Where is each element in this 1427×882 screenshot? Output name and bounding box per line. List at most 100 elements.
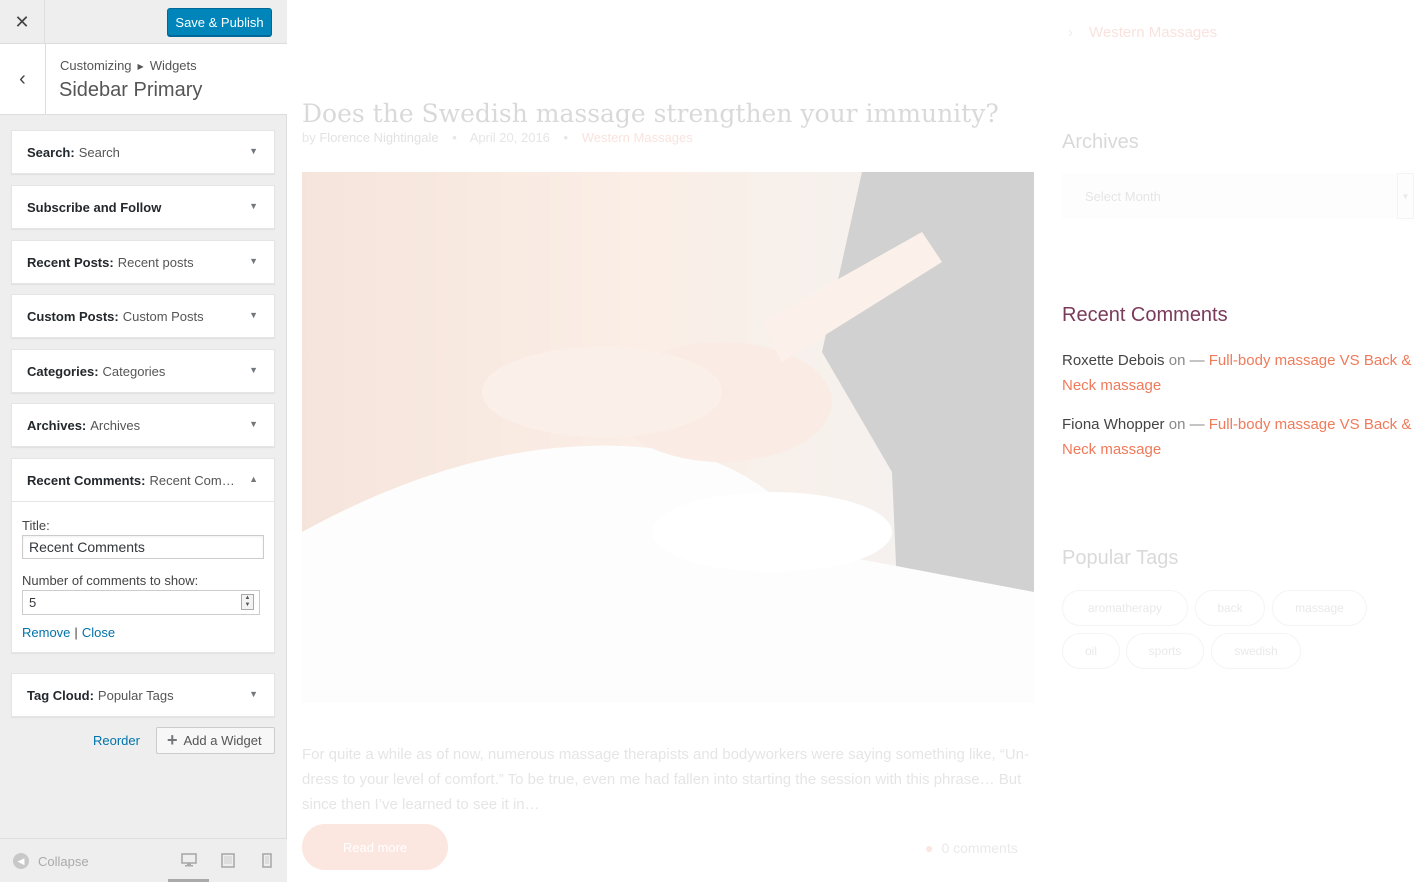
breadcrumb-section: Widgets bbox=[149, 58, 197, 73]
title-input[interactable] bbox=[22, 535, 264, 559]
comments-count[interactable]: ● 0 comments bbox=[925, 840, 1018, 856]
widget-header[interactable]: Archives: Archives ▼ bbox=[12, 404, 274, 446]
widget-header[interactable]: Custom Posts: Custom Posts ▼ bbox=[12, 295, 274, 337]
massage-photo-illustration bbox=[302, 172, 1034, 703]
breadcrumb-root: Customizing bbox=[60, 58, 132, 73]
caret-down-icon[interactable]: ▼ bbox=[249, 419, 258, 429]
recent-comment-item: Fiona Whopper on — Full-body massage VS … bbox=[1062, 412, 1422, 462]
tag-pill[interactable]: oil bbox=[1062, 633, 1120, 669]
widget-header[interactable]: Search: Search ▼ bbox=[12, 131, 274, 173]
widget-type: Recent Posts: bbox=[27, 254, 114, 270]
tag-pill[interactable]: sports bbox=[1126, 633, 1204, 669]
post-featured-image[interactable] bbox=[302, 172, 1034, 703]
back-button[interactable]: ‹ bbox=[0, 44, 46, 114]
collapse-label: Collapse bbox=[38, 853, 89, 869]
widget-title: Search bbox=[78, 144, 120, 160]
tag-pill[interactable]: aromatherapy bbox=[1062, 590, 1188, 626]
number-label: Number of comments to show: bbox=[22, 573, 199, 588]
add-widget-label: Add a Widget bbox=[183, 733, 262, 748]
collapse-button[interactable]: ◀ Collapse bbox=[13, 853, 89, 869]
chevron-left-icon: ‹ bbox=[19, 67, 26, 90]
read-more-button[interactable]: Read more bbox=[302, 824, 448, 870]
save-publish-button[interactable]: Save & Publish bbox=[167, 8, 272, 36]
archives-heading: Archives bbox=[1062, 131, 1139, 153]
breadcrumb-separator-icon: ▶ bbox=[137, 62, 144, 71]
chevron-down-icon: ▼ bbox=[1397, 173, 1414, 219]
post-category[interactable]: Western Massages bbox=[582, 130, 693, 145]
comment-bubble-icon: ● bbox=[925, 840, 934, 856]
archives-select-value: Select Month bbox=[1085, 189, 1161, 204]
widget-actions: Remove | Close bbox=[22, 625, 264, 640]
post-excerpt: For quite a while as of now, numerous ma… bbox=[302, 746, 1030, 813]
widget-type: Archives: bbox=[27, 417, 87, 433]
caret-up-icon[interactable]: ▲ bbox=[249, 474, 258, 484]
reorder-link[interactable]: Reorder bbox=[93, 733, 140, 748]
widget-type: Search: bbox=[27, 144, 75, 160]
widget-subscribe-follow[interactable]: Subscribe and Follow ▼ bbox=[11, 185, 275, 229]
plus-icon: + bbox=[167, 730, 178, 750]
number-of-comments-input[interactable] bbox=[22, 590, 260, 615]
post-meta: by Florence Nightingale • April 20, 2016… bbox=[302, 130, 693, 145]
section-title: Sidebar Primary bbox=[59, 79, 203, 101]
comment-author: Roxette Debois bbox=[1062, 352, 1165, 369]
caret-down-icon[interactable]: ▼ bbox=[249, 146, 258, 156]
caret-down-icon[interactable]: ▼ bbox=[249, 256, 258, 266]
comment-on: on — bbox=[1168, 352, 1205, 369]
close-customizer-button[interactable]: ✕ bbox=[0, 0, 45, 44]
desktop-icon[interactable] bbox=[181, 853, 197, 870]
widget-custom-posts[interactable]: Custom Posts: Custom Posts ▼ bbox=[11, 294, 275, 338]
tag-pill[interactable]: swedish bbox=[1211, 633, 1301, 669]
widget-header[interactable]: Categories: Categories ▼ bbox=[12, 350, 274, 392]
widget-recent-comments[interactable]: Recent Comments:Recent Com… ▲ Title: Num… bbox=[11, 458, 275, 653]
recent-comment-item: Roxette Debois on — Full-body massage VS… bbox=[1062, 348, 1422, 398]
widget-recent-posts[interactable]: Recent Posts: Recent posts ▼ bbox=[11, 240, 275, 284]
widget-title: Custom Posts bbox=[122, 308, 204, 324]
caret-down-icon[interactable]: ▼ bbox=[249, 365, 258, 375]
widget-archives[interactable]: Archives: Archives ▼ bbox=[11, 403, 275, 447]
tag-pill[interactable]: massage bbox=[1272, 590, 1367, 626]
tag-pill[interactable]: back bbox=[1195, 590, 1265, 626]
chevron-right-icon: › bbox=[1068, 24, 1073, 41]
comment-on: on — bbox=[1168, 416, 1205, 433]
close-link[interactable]: Close bbox=[82, 625, 115, 640]
post-date: April 20, 2016 bbox=[469, 130, 550, 145]
category-link-label: Western Massages bbox=[1089, 24, 1218, 41]
title-label: Title: bbox=[22, 518, 50, 533]
post-title[interactable]: Does the Swedish massage strengthen your… bbox=[302, 99, 999, 128]
customizer-footer: ◀ Collapse bbox=[0, 838, 287, 882]
category-link[interactable]: › Western Massages bbox=[1068, 24, 1217, 41]
meta-dot: • bbox=[452, 130, 457, 145]
number-stepper[interactable]: ▲ ▼ bbox=[241, 594, 254, 610]
widget-form: Title: Number of comments to show: ▲▼ Re… bbox=[12, 501, 274, 652]
post-by: by bbox=[302, 130, 316, 145]
widget-title: Archives bbox=[90, 417, 141, 433]
caret-down-icon[interactable]: ▼ bbox=[249, 201, 258, 211]
tablet-icon[interactable] bbox=[221, 853, 235, 871]
remove-link[interactable]: Remove bbox=[22, 625, 70, 640]
widget-type: Subscribe and Follow bbox=[27, 199, 162, 215]
mobile-icon[interactable] bbox=[262, 853, 272, 871]
breadcrumb: Customizing ▶ Widgets bbox=[60, 58, 197, 73]
customizer-panel: ✕ Save & Publish ‹ Customizing ▶ Widgets S… bbox=[0, 0, 287, 882]
widget-title: Categories bbox=[102, 363, 166, 379]
comments-count-label: 0 comments bbox=[941, 840, 1018, 856]
widget-header[interactable]: Recent Posts: Recent posts ▼ bbox=[12, 241, 274, 283]
widget-tag-cloud[interactable]: Tag Cloud: Popular Tags ▼ bbox=[11, 673, 275, 717]
add-widget-button[interactable]: + Add a Widget bbox=[156, 727, 275, 754]
archives-select[interactable]: Select Month ▼ bbox=[1062, 173, 1414, 219]
popular-tags-heading: Popular Tags bbox=[1062, 547, 1179, 569]
close-icon: ✕ bbox=[14, 11, 30, 32]
number-field-wrap: ▲▼ bbox=[22, 590, 260, 615]
widget-header[interactable]: Tag Cloud: Popular Tags ▼ bbox=[12, 674, 274, 716]
widget-title: Recent Com… bbox=[149, 472, 235, 488]
widget-type: Categories: bbox=[27, 363, 99, 379]
widget-categories[interactable]: Categories: Categories ▼ bbox=[11, 349, 275, 393]
widget-search[interactable]: Search: Search ▼ bbox=[11, 130, 275, 174]
section-header: ‹ Customizing ▶ Widgets Sidebar Primary bbox=[0, 44, 287, 115]
caret-down-icon[interactable]: ▼ bbox=[249, 310, 258, 320]
post-author[interactable]: Florence Nightingale bbox=[319, 130, 438, 145]
widget-header[interactable]: Recent Comments: Recent Com… ▲ bbox=[12, 459, 274, 501]
action-separator: | bbox=[74, 625, 78, 640]
caret-down-icon[interactable]: ▼ bbox=[249, 689, 258, 699]
widget-header[interactable]: Subscribe and Follow ▼ bbox=[12, 186, 274, 228]
